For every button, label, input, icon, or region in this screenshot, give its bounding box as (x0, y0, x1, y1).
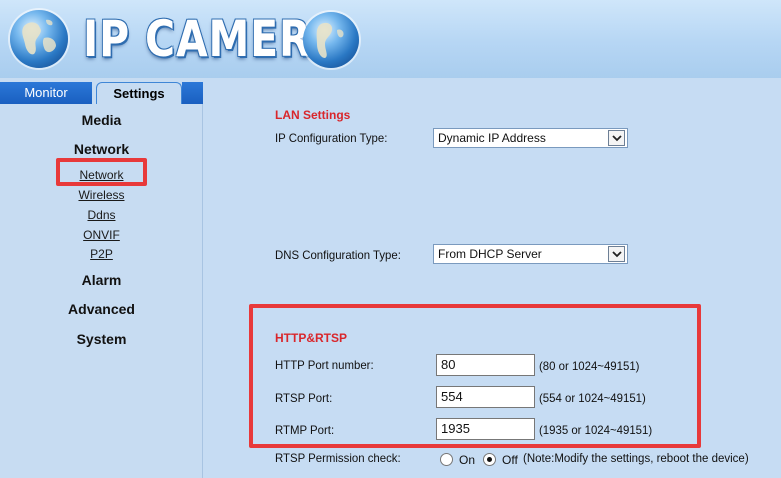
section-title-http-rtsp: HTTP&RTSP (275, 331, 347, 345)
tab-monitor[interactable]: Monitor (0, 82, 92, 104)
sidebar-item-alarm[interactable]: Alarm (0, 272, 203, 288)
dns-config-value: From DHCP Server (438, 247, 542, 261)
sidebar-subitem-network[interactable]: Network (0, 168, 203, 182)
rtsp-permission-off-label: Off (502, 453, 518, 467)
rtsp-permission-off-radio[interactable] (483, 453, 496, 466)
chevron-down-icon[interactable] (608, 130, 625, 146)
ip-config-value: Dynamic IP Address (438, 131, 546, 145)
rtsp-port-input[interactable]: 554 (436, 386, 535, 408)
tab-settings[interactable]: Settings (96, 82, 182, 104)
http-port-input[interactable]: 80 (436, 354, 535, 376)
header-banner: IP CAMERA (0, 0, 781, 78)
sidebar-item-advanced[interactable]: Advanced (0, 301, 203, 317)
ip-config-label: IP Configuration Type: (275, 131, 388, 145)
sidebar-subitem-onvif[interactable]: ONVIF (0, 228, 203, 242)
dns-config-select[interactable]: From DHCP Server (433, 244, 628, 264)
rtsp-permission-on-label: On (459, 453, 476, 467)
sidebar-subitem-wireless[interactable]: Wireless (0, 188, 203, 202)
ip-config-select[interactable]: Dynamic IP Address (433, 128, 628, 148)
tab-bar: Monitor Settings (0, 78, 203, 104)
sidebar: Monitor Settings Media Network Network W… (0, 78, 203, 478)
tab-bar-edge (182, 82, 203, 104)
dns-config-label: DNS Configuration Type: (275, 248, 401, 262)
http-port-hint: (80 or 1024~49151) (539, 359, 640, 373)
rtsp-port-hint: (554 or 1024~49151) (539, 391, 646, 405)
rtmp-port-label: RTMP Port: (275, 423, 335, 437)
chevron-down-icon[interactable] (608, 246, 625, 262)
rtsp-permission-on-radio[interactable] (440, 453, 453, 466)
rtsp-port-label: RTSP Port: (275, 391, 333, 405)
rtsp-permission-label: RTSP Permission check: (275, 451, 401, 465)
sidebar-item-system[interactable]: System (0, 331, 203, 347)
globe-icon (303, 12, 359, 68)
sidebar-item-network[interactable]: Network (0, 141, 203, 157)
rtsp-permission-note: (Note:Modify the settings, reboot the de… (523, 453, 749, 465)
settings-panel: LAN Settings IP Configuration Type: Dyna… (203, 78, 781, 478)
sidebar-subitem-p2p[interactable]: P2P (0, 247, 203, 261)
rtmp-port-input[interactable]: 1935 (436, 418, 535, 440)
sidebar-item-media[interactable]: Media (0, 112, 203, 128)
http-port-label: HTTP Port number: (275, 358, 374, 372)
globe-icon (10, 10, 68, 68)
rtmp-port-hint: (1935 or 1024~49151) (539, 423, 653, 437)
sidebar-subitem-ddns[interactable]: Ddns (0, 208, 203, 222)
section-title-lan: LAN Settings (275, 108, 351, 122)
